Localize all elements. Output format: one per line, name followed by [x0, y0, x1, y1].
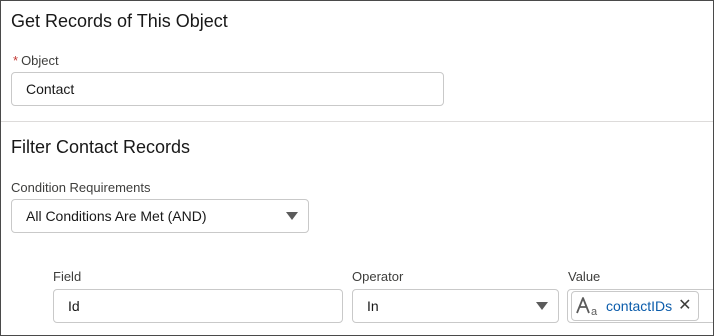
chevron-down-icon — [286, 212, 298, 220]
object-label-text: Object — [21, 53, 59, 68]
condition-requirements-label: Condition Requirements — [11, 180, 151, 195]
text-type-icon: a — [576, 295, 602, 317]
operator-select[interactable]: In — [352, 289, 559, 323]
object-input-value: Contact — [26, 81, 75, 97]
chevron-down-icon — [536, 302, 548, 310]
field-input-value: Id — [68, 298, 80, 314]
svg-text:a: a — [591, 306, 598, 317]
operator-select-value: In — [367, 298, 379, 314]
value-pill-label: contactIDs — [606, 298, 673, 314]
section-divider — [1, 121, 713, 122]
operator-label: Operator — [352, 269, 404, 284]
field-input[interactable]: Id — [53, 289, 343, 323]
section-title-filter: Filter Contact Records — [11, 137, 191, 157]
object-label: * Object — [13, 53, 59, 68]
section-title-get-records: Get Records of This Object — [11, 11, 228, 31]
value-input[interactable]: a contactIDs ✕ — [567, 289, 713, 323]
object-input[interactable]: Contact — [11, 72, 444, 106]
required-marker: * — [13, 53, 19, 68]
condition-requirements-value: All Conditions Are Met (AND) — [26, 208, 207, 224]
get-records-panel: Get Records of This Object * Object Conta… — [0, 0, 714, 336]
condition-requirements-select[interactable]: All Conditions Are Met (AND) — [11, 199, 309, 233]
field-label: Field — [53, 269, 82, 284]
value-pill[interactable]: a contactIDs ✕ — [571, 291, 699, 321]
value-label: Value — [568, 269, 601, 284]
close-icon[interactable]: ✕ — [678, 298, 691, 314]
